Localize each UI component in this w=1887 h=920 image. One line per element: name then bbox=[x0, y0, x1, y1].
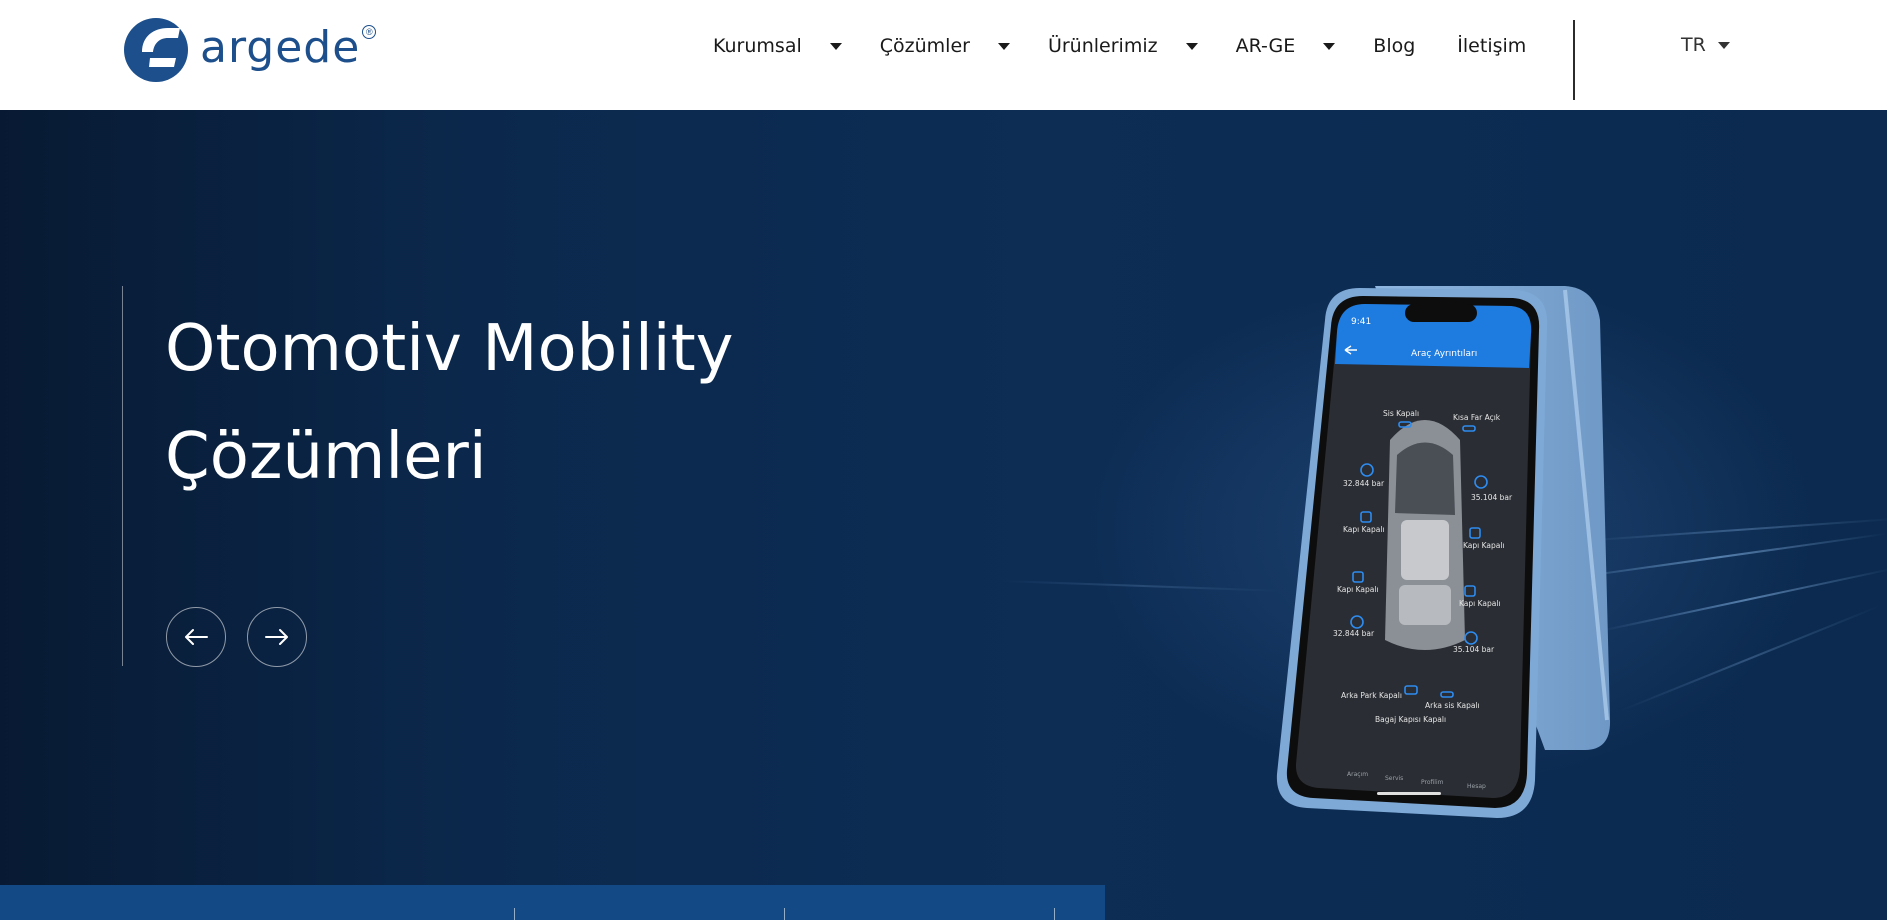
nav-item-urunlerimiz[interactable]: Ürünlerimiz bbox=[1048, 35, 1198, 57]
nav-label: Blog bbox=[1373, 35, 1416, 57]
hero-slider: Otomotiv Mobility Çözümleri 9:41 Araç Ay… bbox=[0, 110, 1887, 920]
slider-next-button[interactable] bbox=[247, 607, 307, 667]
nav-label: Ürünlerimiz bbox=[1047, 35, 1158, 57]
phone-status-time: 9:41 bbox=[1351, 317, 1371, 327]
hero-title-line1: Otomotiv Mobility bbox=[165, 312, 734, 386]
language-label: TR bbox=[1681, 34, 1706, 56]
header-divider bbox=[1573, 20, 1575, 100]
caret-down-icon bbox=[1323, 42, 1336, 50]
site-header: argede ® Kurumsal Çözümler Ürünlerimiz A… bbox=[0, 0, 1887, 110]
tab-aracim: Araçım bbox=[1347, 771, 1368, 778]
main-nav: Kurumsal Çözümler Ürünlerimiz AR-GE Blog… bbox=[713, 28, 1568, 64]
nav-label: AR-GE bbox=[1235, 35, 1296, 57]
nav-item-cozumler[interactable]: Çözümler bbox=[880, 35, 1010, 57]
nav-item-blog[interactable]: Blog bbox=[1373, 35, 1415, 57]
status-tire-fl: 32.844 bar bbox=[1343, 479, 1385, 488]
language-selector[interactable]: TR bbox=[1681, 34, 1730, 56]
light-streak bbox=[1599, 567, 1887, 632]
arrow-right-icon bbox=[265, 629, 288, 645]
strip-separator bbox=[784, 908, 785, 920]
nav-label: İletişim bbox=[1457, 35, 1527, 57]
nav-label: Çözümler bbox=[879, 35, 970, 57]
status-door-rr: Kapı Kapalı bbox=[1459, 599, 1501, 608]
status-rear-fog: Arka sis Kapalı bbox=[1425, 701, 1480, 710]
status-tire-rr: 35.104 bar bbox=[1453, 645, 1495, 654]
feature-strip bbox=[0, 885, 1105, 920]
logo-wordmark: argede bbox=[200, 22, 361, 73]
status-short-light: Kısa Far Açık bbox=[1453, 413, 1501, 422]
slider-prev-button[interactable] bbox=[166, 607, 226, 667]
caret-down-icon bbox=[1717, 41, 1730, 49]
phone-illustration: 9:41 Araç Ayrıntıları Sis Kapalı Kısa Fa… bbox=[1276, 286, 1611, 818]
status-rear-park: Arka Park Kapalı bbox=[1341, 691, 1402, 700]
hero-title-line2: Çözümleri bbox=[165, 420, 487, 494]
status-door-fl: Kapı Kapalı bbox=[1343, 525, 1385, 534]
nav-item-iletisim[interactable]: İletişim bbox=[1457, 35, 1526, 57]
caret-down-icon bbox=[1185, 42, 1198, 50]
strip-separator bbox=[514, 908, 515, 920]
tab-hesap: Hesap bbox=[1467, 783, 1486, 790]
light-streak bbox=[999, 580, 1280, 592]
caret-down-icon bbox=[997, 42, 1010, 50]
status-fog-front: Sis Kapalı bbox=[1383, 409, 1419, 418]
hero-vertical-rule bbox=[122, 286, 123, 666]
phone-screen-title: Araç Ayrıntıları bbox=[1411, 349, 1477, 359]
status-door-fr: Kapı Kapalı bbox=[1463, 541, 1505, 550]
hero-title: Otomotiv Mobility Çözümleri bbox=[165, 295, 765, 511]
status-trunk: Bagaj Kapısı Kapalı bbox=[1375, 715, 1446, 724]
registered-icon: ® bbox=[362, 25, 377, 39]
argede-logo-icon bbox=[124, 18, 188, 82]
status-door-rl: Kapı Kapalı bbox=[1337, 585, 1379, 594]
caret-down-icon bbox=[829, 42, 842, 50]
tab-profilim: Profilim bbox=[1421, 779, 1444, 786]
phone-mockup: 9:41 Araç Ayrıntıları Sis Kapalı Kısa Fa… bbox=[1265, 280, 1625, 850]
nav-item-kurumsal[interactable]: Kurumsal bbox=[713, 35, 842, 57]
arrow-left-icon bbox=[185, 629, 208, 645]
strip-separator bbox=[1054, 908, 1055, 920]
nav-item-arge[interactable]: AR-GE bbox=[1236, 35, 1336, 57]
nav-label: Kurumsal bbox=[713, 35, 802, 57]
status-tire-rl: 32.844 bar bbox=[1333, 629, 1375, 638]
status-tire-fr: 35.104 bar bbox=[1471, 493, 1513, 502]
tab-servis: Servis bbox=[1385, 775, 1403, 782]
brand-logo[interactable]: argede ® bbox=[120, 12, 400, 84]
light-streak bbox=[1619, 605, 1880, 712]
